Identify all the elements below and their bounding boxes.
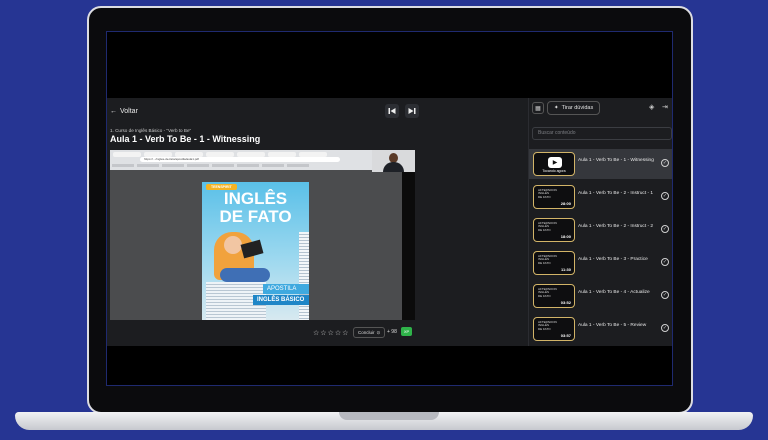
lesson-item[interactable]: AFTERNOON INGLÊS DE FATO 03:52 Aula 1 - …	[529, 281, 672, 311]
lesson-title-item: Aula 1 - Verb To Be - 4 - Actualize	[578, 290, 650, 295]
collapse-sidebar-icon[interactable]: ⇥	[662, 103, 668, 111]
course-label: 1. Curso de Inglês Básico - "Verb to Be"	[110, 128, 192, 133]
book-stack	[299, 232, 309, 320]
xp-badge-icon: XP	[401, 327, 412, 336]
bookmarks-bar	[112, 164, 309, 167]
next-lesson-button[interactable]	[405, 104, 419, 118]
check-circle-icon[interactable]: ✓	[661, 225, 669, 233]
lesson-thumbnail: AFTERNOON INGLÊS DE FATO 03:52	[533, 284, 575, 308]
lesson-duration: 03:52	[560, 300, 571, 305]
lesson-title-item: Aula 1 - Verb To Be - 3 - Practice	[578, 257, 648, 262]
check-circle-icon: ⊙	[376, 329, 381, 335]
lesson-duration: 28:00	[560, 201, 571, 206]
address-bar: https://.../ingles-de-fato/apostila/aula…	[140, 157, 340, 162]
arrow-left-icon: ←	[110, 108, 117, 115]
bookmark	[112, 164, 134, 167]
bookmark	[137, 164, 159, 167]
skip-previous-icon	[388, 108, 396, 114]
course-player-app: ← Voltar 1. Curso de Inglês Básico - "Ve…	[107, 98, 672, 346]
illustration-face	[224, 236, 242, 254]
play-icon: ▶	[548, 157, 562, 168]
check-circle-icon[interactable]: ✓	[661, 192, 669, 200]
ask-question-button[interactable]: ✦ Tirar dúvidas	[547, 101, 601, 115]
lesson-thumbnail: ▶ Tocando agora	[533, 152, 575, 176]
lesson-item[interactable]: AFTERNOON INGLÊS DE FATO 18:00 Aula 1 - …	[529, 215, 672, 245]
conclude-button[interactable]: Concluir ⊙	[353, 327, 386, 338]
lesson-item[interactable]: AFTERNOON INGLÊS DE FATO 11:30 Aula 1 - …	[529, 248, 672, 278]
star-icon[interactable]: ☆	[313, 329, 319, 337]
check-circle-icon[interactable]: ✓	[661, 291, 669, 299]
skip-next-icon	[408, 108, 416, 114]
recorded-browser-chrome: https://.../ingles-de-fato/apostila/aula…	[110, 150, 372, 170]
thumbnail-logo: AFTERNOON INGLÊS DE FATO	[538, 188, 557, 199]
star-icon[interactable]: ☆	[342, 329, 348, 337]
video-side-bar	[402, 172, 415, 320]
lesson-item[interactable]: AFTERNOON INGLÊS DE FATO 28:00 Aula 1 - …	[529, 182, 672, 212]
star-icon[interactable]: ☆	[320, 329, 326, 337]
thumbnail-logo: AFTERNOON INGLÊS DE FATO	[538, 287, 557, 298]
laptop-notch	[339, 412, 439, 420]
star-icon[interactable]: ☆	[328, 329, 334, 337]
xp-points: + 98	[387, 329, 397, 335]
bookmark	[262, 164, 284, 167]
lesson-item[interactable]: ▶ Tocando agora Aula 1 - Verb To Be - 1 …	[529, 149, 672, 179]
back-label: Voltar	[120, 108, 138, 115]
book-cover-image: TEENSPIRIT INGLÊS DE FATO APOSTILA INGLÊ…	[202, 182, 309, 320]
star-icon[interactable]: ☆	[335, 329, 341, 337]
lesson-thumbnail: AFTERNOON INGLÊS DE FATO 18:00	[533, 218, 575, 242]
lesson-title-item: Aula 1 - Verb To Be - 2 - Instruct - 1	[578, 191, 654, 196]
thumbnail-logo: AFTERNOON INGLÊS DE FATO	[538, 320, 557, 331]
book-title: INGLÊS DE FATO	[219, 189, 292, 226]
sparkle-icon: ✦	[554, 105, 559, 111]
lesson-rating[interactable]: ☆ ☆ ☆ ☆ ☆	[313, 329, 348, 337]
search-input[interactable]: Buscar conteúdo	[532, 127, 672, 140]
laptop-screen: ← Voltar 1. Curso de Inglês Básico - "Ve…	[106, 31, 673, 386]
check-circle-icon[interactable]: ✓	[661, 159, 669, 167]
book-subtitle: INGLÊS BÁSICO	[253, 295, 309, 305]
previous-lesson-button[interactable]	[385, 104, 399, 118]
lesson-thumbnail: AFTERNOON INGLÊS DE FATO 03:57	[533, 317, 575, 341]
lesson-sidebar: ▦ ✦ Tirar dúvidas ◈ ⇥ Buscar conteúdo ▶ …	[528, 98, 672, 346]
lesson-title-item: Aula 1 - Verb To Be - 5 - Review	[578, 323, 647, 328]
video-player[interactable]: https://.../ingles-de-fato/apostila/aula…	[110, 150, 415, 320]
check-circle-icon[interactable]: ✓	[661, 258, 669, 266]
browser-tab	[113, 152, 141, 157]
lesson-title-item: Aula 1 - Verb To Be - 2 - Instruct - 2	[578, 224, 654, 229]
lesson-navigation	[385, 104, 419, 118]
illustration-legs	[220, 268, 270, 282]
bookmark	[212, 164, 234, 167]
book-apostila: APOSTILA	[263, 284, 309, 294]
ask-label: Tirar dúvidas	[561, 105, 594, 111]
lesson-duration: 11:30	[560, 267, 571, 272]
lesson-thumbnail: AFTERNOON INGLÊS DE FATO 11:30	[533, 251, 575, 275]
now-playing-label: Tocando agora	[542, 169, 566, 173]
lesson-title: Aula 1 - Verb To Be - 1 - Witnessing	[110, 134, 261, 144]
bookmark	[187, 164, 209, 167]
conclude-label: Concluir	[358, 330, 375, 335]
thumbnail-logo: AFTERNOON INGLÊS DE FATO	[538, 254, 557, 265]
instructor-torso	[383, 162, 404, 172]
thumbnail-logo: AFTERNOON INGLÊS DE FATO	[538, 221, 557, 232]
instructor-webcam	[372, 150, 415, 172]
bookmark	[287, 164, 309, 167]
grid-icon[interactable]: ▦	[532, 102, 544, 114]
check-circle-icon[interactable]: ✓	[661, 324, 669, 332]
lesson-thumbnail: AFTERNOON INGLÊS DE FATO 28:00	[533, 185, 575, 209]
lesson-duration: 03:57	[560, 333, 571, 338]
bookmark	[237, 164, 259, 167]
lesson-item[interactable]: AFTERNOON INGLÊS DE FATO 03:57 Aula 1 - …	[529, 314, 672, 344]
lesson-duration: 18:00	[560, 234, 571, 239]
shield-icon[interactable]: ◈	[649, 103, 654, 111]
lesson-title-item: Aula 1 - Verb To Be - 1 - Witnessing	[578, 158, 654, 163]
back-button[interactable]: ← Voltar	[110, 108, 138, 115]
sidebar-toolbar: ▦ ✦ Tirar dúvidas ◈ ⇥	[529, 98, 672, 118]
bookmark	[162, 164, 184, 167]
